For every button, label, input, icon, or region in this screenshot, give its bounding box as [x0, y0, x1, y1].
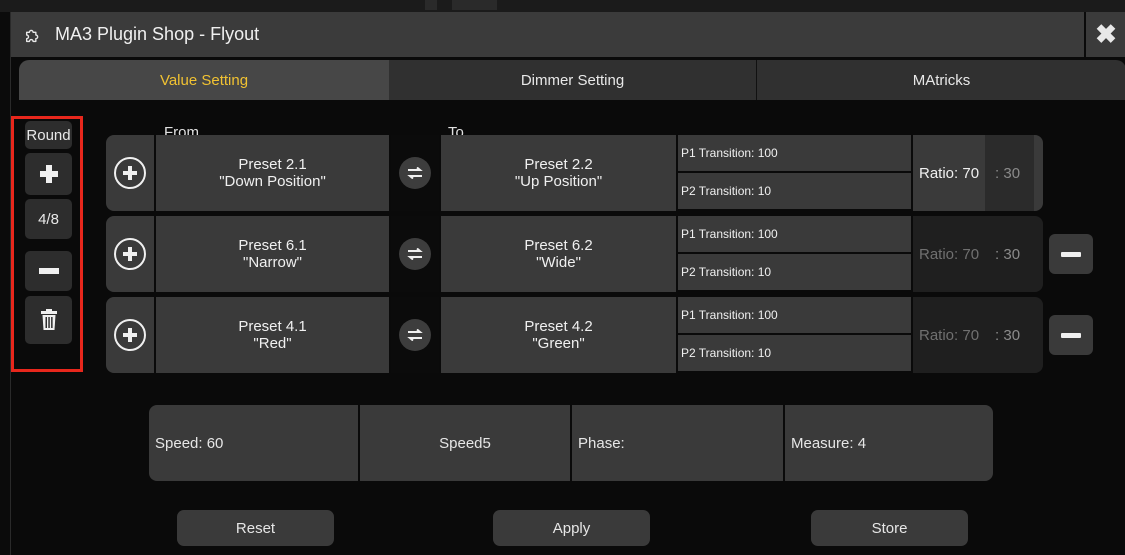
swap-arrows-icon — [399, 319, 431, 351]
tab-dimmer-setting[interactable]: Dimmer Setting — [389, 60, 757, 100]
tab-matricks[interactable]: MAtricks — [757, 60, 1125, 100]
p2-transition-field[interactable]: P2 Transition: 10 — [678, 173, 911, 209]
reset-button[interactable]: Reset — [177, 510, 334, 546]
preset-row: Preset 6.1 "Narrow" Preset 6.2 "Wide" P1… — [11, 216, 1125, 292]
to-preset-name: "Up Position" — [514, 173, 603, 190]
preset-row: Preset 2.1 "Down Position" Preset 2.2 "U… — [11, 135, 1125, 211]
p1-transition-field[interactable]: P1 Transition: 100 — [678, 297, 911, 333]
to-preset-number: Preset 6.2 — [524, 237, 593, 254]
p1-transition-field[interactable]: P1 Transition: 100 — [678, 216, 911, 252]
ratio-rest: : 30 — [995, 326, 1021, 344]
from-preset-button[interactable]: Preset 2.1 "Down Position" — [156, 135, 389, 211]
tab-bar: Value Setting Dimmer Setting MAtricks — [19, 60, 1125, 100]
close-button[interactable]: ✖ — [1086, 12, 1125, 57]
plus-circle-icon — [114, 157, 146, 189]
to-preset-button[interactable]: Preset 2.2 "Up Position" — [441, 135, 676, 211]
title-bar[interactable]: MA3 Plugin Shop - Flyout — [11, 12, 1084, 57]
measure-field[interactable]: Measure: 4 — [785, 405, 993, 481]
ratio-field[interactable]: Ratio: 70 : 30 — [913, 135, 1043, 211]
minus-icon — [1061, 332, 1081, 338]
store-button[interactable]: Store — [811, 510, 968, 546]
ratio-rest: : 30 — [995, 245, 1021, 263]
phase-field[interactable]: Phase: — [572, 405, 783, 481]
from-preset-number: Preset 6.1 — [238, 237, 307, 254]
speed-field[interactable]: Speed: 60 — [149, 405, 358, 481]
to-preset-button[interactable]: Preset 4.2 "Green" — [441, 297, 676, 373]
p1-transition-field[interactable]: P1 Transition: 100 — [678, 135, 911, 171]
close-icon: ✖ — [1095, 19, 1117, 49]
add-row-button[interactable] — [106, 297, 154, 373]
swap-arrows-icon — [399, 157, 431, 189]
to-preset-button[interactable]: Preset 6.2 "Wide" — [441, 216, 676, 292]
swap-arrows-icon — [399, 238, 431, 270]
to-preset-name: "Green" — [532, 335, 585, 352]
window-title: MA3 Plugin Shop - Flyout — [55, 24, 260, 44]
minus-icon — [1061, 251, 1081, 257]
ratio-value: Ratio: 70 — [919, 326, 980, 344]
ratio-field[interactable]: Ratio: 70 : 30 — [913, 297, 1043, 373]
background-strip — [0, 0, 1125, 12]
plus-circle-icon — [114, 238, 146, 270]
plus-circle-icon — [114, 319, 146, 351]
plugin-flyout-window: MA3 Plugin Shop - Flyout ✖ Value Setting… — [10, 12, 1125, 555]
swap-button[interactable] — [391, 297, 439, 373]
to-preset-name: "Wide" — [536, 254, 581, 271]
ratio-rest: : 30 — [985, 135, 1035, 211]
from-preset-number: Preset 2.1 — [238, 156, 307, 173]
ratio-value: Ratio: 70 — [919, 245, 980, 263]
from-preset-number: Preset 4.1 — [238, 318, 307, 335]
ratio-field[interactable]: Ratio: 70 : 30 — [913, 216, 1043, 292]
tab-value-setting[interactable]: Value Setting — [19, 60, 389, 100]
from-preset-button[interactable]: Preset 4.1 "Red" — [156, 297, 389, 373]
timing-row: Speed: 60 Speed5 Phase: Measure: 4 — [149, 405, 995, 481]
remove-row-button[interactable] — [1049, 234, 1093, 274]
from-preset-name: "Down Position" — [219, 173, 326, 190]
remove-row-button[interactable] — [1049, 315, 1093, 355]
p2-transition-field[interactable]: P2 Transition: 10 — [678, 254, 911, 290]
to-preset-number: Preset 2.2 — [524, 156, 593, 173]
puzzle-icon — [25, 29, 39, 42]
add-row-button[interactable] — [106, 135, 154, 211]
speed-group-field[interactable]: Speed5 — [360, 405, 570, 481]
p2-transition-field[interactable]: P2 Transition: 10 — [678, 335, 911, 371]
add-row-button[interactable] — [106, 216, 154, 292]
from-preset-name: "Red" — [253, 335, 292, 352]
from-preset-name: "Narrow" — [243, 254, 302, 271]
preset-row: Preset 4.1 "Red" Preset 4.2 "Green" P1 T… — [11, 297, 1125, 373]
apply-button[interactable]: Apply — [493, 510, 650, 546]
swap-button[interactable] — [391, 135, 439, 211]
from-preset-button[interactable]: Preset 6.1 "Narrow" — [156, 216, 389, 292]
to-preset-number: Preset 4.2 — [524, 318, 593, 335]
ratio-value: Ratio: 70 — [919, 164, 980, 182]
swap-button[interactable] — [391, 216, 439, 292]
